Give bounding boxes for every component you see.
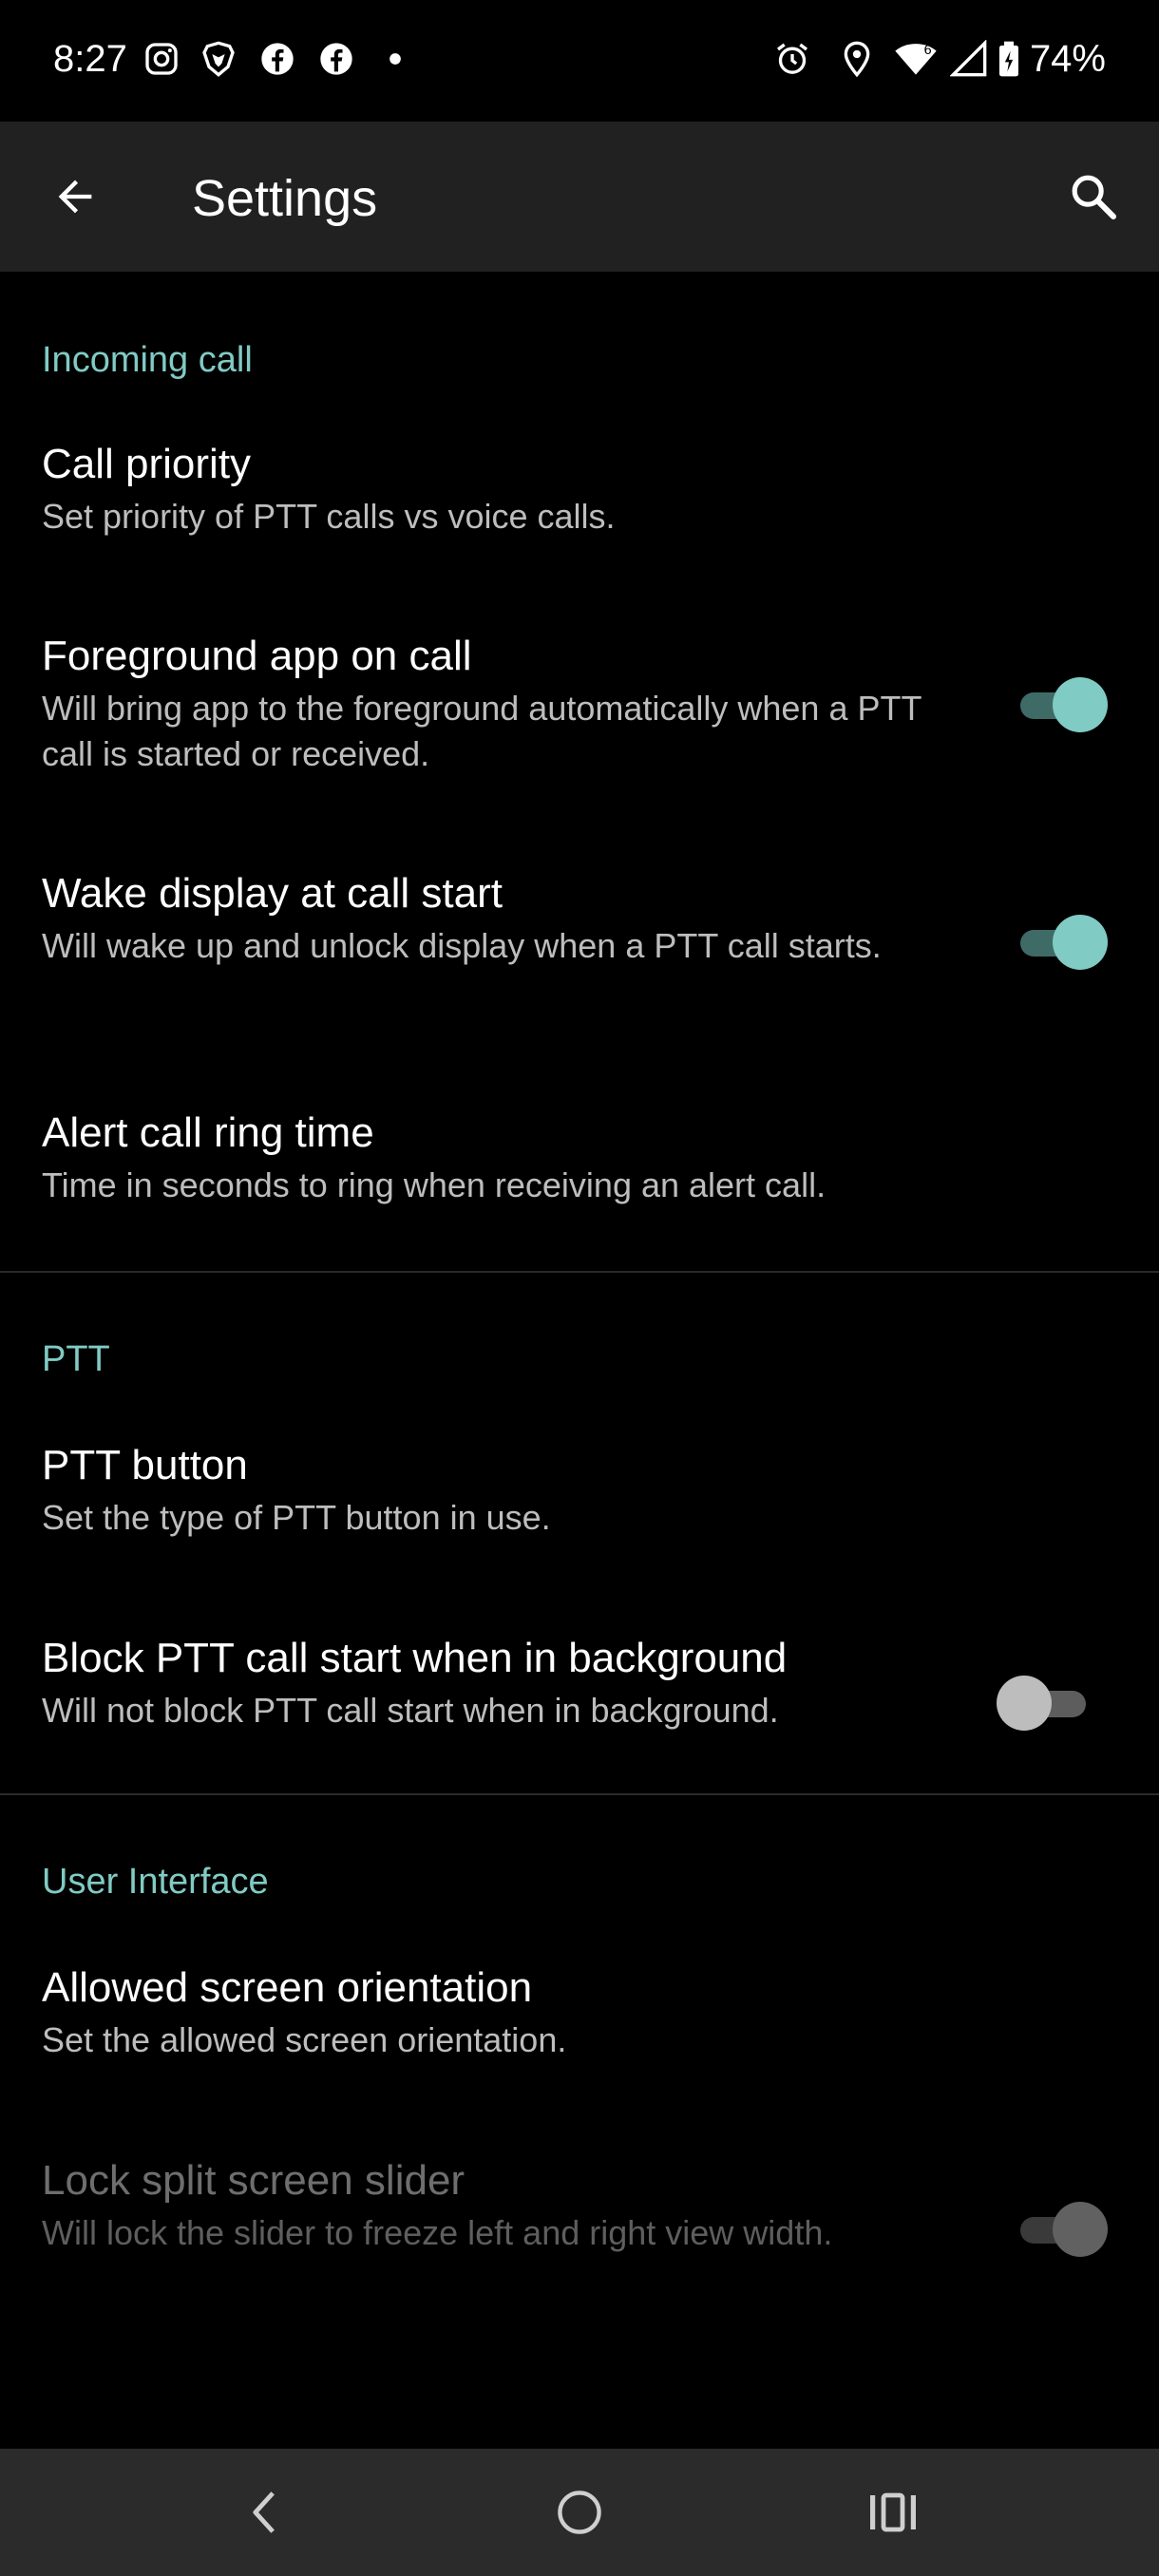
recents-button[interactable] xyxy=(846,2477,940,2548)
svg-text:6: 6 xyxy=(923,44,931,58)
status-time: 8:27 xyxy=(53,38,127,80)
setting-summary: Set the allowed screen orientation. xyxy=(42,2020,567,2059)
setting-block-ptt-call-start[interactable]: Block PTT call start when in background … xyxy=(0,1635,1159,1777)
setting-title: Alert call ring time xyxy=(42,1109,374,1156)
facebook-icon xyxy=(261,43,294,75)
home-button[interactable] xyxy=(532,2477,627,2548)
section-header-incoming-call: Incoming call xyxy=(42,340,253,380)
instagram-icon xyxy=(145,43,178,75)
facebook-icon xyxy=(320,43,352,75)
foreground-app-switch[interactable] xyxy=(1016,674,1108,735)
switch-thumb xyxy=(1053,2202,1108,2257)
setting-title: Call priority xyxy=(42,441,252,487)
location-icon xyxy=(844,41,870,78)
wifi-icon: 6 xyxy=(895,44,937,75)
home-icon xyxy=(558,2491,601,2534)
signal-icon xyxy=(950,40,987,77)
lock-slider-switch xyxy=(1016,2199,1108,2260)
alarm-icon xyxy=(777,43,808,74)
status-bar: 8:27 6 74% xyxy=(0,0,1159,122)
back-button[interactable] xyxy=(38,160,112,234)
setting-alert-call-ring-time[interactable]: Alert call ring time Time in seconds to … xyxy=(0,1109,1159,1252)
setting-ptt-button[interactable]: PTT button Set the type of PTT button in… xyxy=(0,1442,1159,1584)
setting-summary: Will lock the slider to freeze left and … xyxy=(42,2213,833,2252)
setting-summary: Set priority of PTT calls vs voice calls… xyxy=(42,497,616,536)
recents-icon xyxy=(870,2492,916,2532)
wake-display-switch[interactable] xyxy=(1016,912,1108,973)
battery-icon xyxy=(999,41,1018,77)
setting-summary: Will wake up and unlock display when a P… xyxy=(42,926,882,965)
section-divider xyxy=(0,1793,1159,1795)
switch-thumb xyxy=(1053,915,1108,970)
nav-back-button[interactable] xyxy=(217,2477,312,2548)
setting-title: Allowed screen orientation xyxy=(42,1964,533,2011)
nav-back-icon xyxy=(253,2491,275,2533)
setting-wake-display-at-call-start[interactable]: Wake display at call start Will wake up … xyxy=(0,870,1159,1070)
battery-percent: 74% xyxy=(1029,38,1106,80)
setting-summary: Will not block PTT call start when in ba… xyxy=(42,1691,779,1730)
switch-thumb xyxy=(1053,677,1108,732)
page-title: Settings xyxy=(192,170,378,227)
section-header-user-interface: User Interface xyxy=(42,1862,269,1902)
section-divider xyxy=(0,1271,1159,1273)
setting-summary: Time in seconds to ring when receiving a… xyxy=(42,1165,826,1204)
setting-title: Block PTT call start when in background xyxy=(42,1635,788,1681)
navigation-bar xyxy=(0,2449,1159,2576)
setting-foreground-app-on-call[interactable]: Foreground app on call Will bring app to… xyxy=(0,633,1159,832)
setting-allowed-screen-orientation[interactable]: Allowed screen orientation Set the allow… xyxy=(0,1964,1159,2107)
setting-summary: Will bring app to the foreground automat… xyxy=(42,689,922,773)
search-icon xyxy=(1072,175,1117,220)
switch-thumb xyxy=(997,1676,1052,1731)
setting-title: Lock split screen slider xyxy=(42,2157,466,2204)
dot-icon xyxy=(390,53,401,65)
setting-title: Wake display at call start xyxy=(42,870,503,917)
setting-call-priority[interactable]: Call priority Set priority of PTT calls … xyxy=(0,441,1159,602)
block-ptt-switch[interactable] xyxy=(997,1673,1090,1733)
setting-title: Foreground app on call xyxy=(42,633,472,679)
section-header-ptt: PTT xyxy=(42,1339,110,1379)
setting-summary: Set the type of PTT button in use. xyxy=(42,1498,551,1537)
search-button[interactable] xyxy=(1056,160,1130,234)
brave-icon xyxy=(202,41,235,77)
setting-title: PTT button xyxy=(42,1442,248,1488)
setting-lock-split-screen-slider: Lock split screen slider Will lock the s… xyxy=(0,2157,1159,2357)
app-bar: Settings xyxy=(0,122,1159,272)
arrow-back-icon xyxy=(58,180,92,214)
